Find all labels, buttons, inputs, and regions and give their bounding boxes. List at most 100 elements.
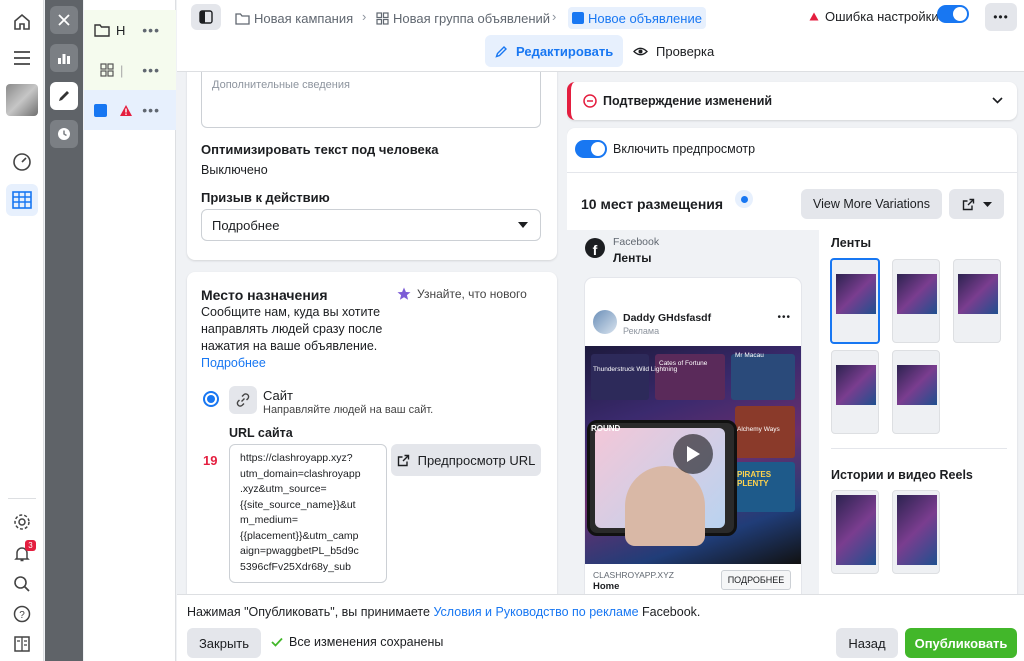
chart-icon[interactable] (50, 44, 78, 72)
view-more-variations-button[interactable]: View More Variations (801, 189, 942, 219)
more-options-icon[interactable]: ••• (142, 62, 160, 78)
close-button[interactable]: Закрыть (187, 628, 261, 658)
ads-manager-table-icon[interactable] (6, 184, 38, 216)
terms-link[interactable]: Условия и Руководство по рекламе (433, 605, 638, 619)
more-options-icon[interactable]: ••• (142, 102, 160, 118)
tool-strip (45, 0, 83, 661)
dashboard-gauge-icon[interactable] (6, 146, 38, 178)
history-clock-icon[interactable] (50, 120, 78, 148)
publish-button[interactable]: Опубликовать (905, 628, 1017, 658)
saved-status-label: Все изменения сохранены (289, 635, 444, 649)
preview-url-button[interactable]: Предпросмотр URL (391, 444, 541, 476)
game-label: Cates of Fortune (659, 360, 708, 367)
placement-thumbnail[interactable] (892, 350, 940, 434)
publish-button-label: Опубликовать (914, 635, 1008, 651)
tab-review[interactable]: Проверка (623, 35, 724, 67)
tab-edit[interactable]: Редактировать (485, 35, 624, 67)
site-option-description: Направляйте людей на ваш сайт. (263, 404, 434, 416)
share-preview-button[interactable] (949, 189, 1004, 219)
cta-label: Призыв к действию (201, 190, 330, 205)
cta-select-value: Подробнее (212, 217, 280, 233)
toggle-panel-button[interactable] (191, 4, 221, 30)
breadcrumb-adset[interactable]: Новая группа объявлений (376, 7, 550, 29)
cta-select[interactable]: Подробнее (201, 209, 541, 241)
placement-thumbnail[interactable] (831, 350, 879, 434)
breadcrumb-ad-label: Новое объявление (588, 10, 702, 26)
confirm-changes-label: Подтверждение изменений (603, 94, 773, 108)
top-bar: Новая кампания › Новая группа объявлений… (177, 0, 1024, 72)
feeds-section-title: Ленты (831, 236, 872, 250)
post-more-icon[interactable]: ••• (777, 312, 791, 323)
breadcrumb-ad[interactable]: Новое объявление (568, 7, 706, 29)
enable-preview-toggle[interactable] (575, 140, 607, 158)
url-line: m_medium= (240, 514, 299, 526)
grid-icon (376, 11, 389, 25)
facebook-logo-icon: f (585, 238, 605, 258)
site-option-label: Сайт (263, 388, 293, 403)
url-line: aign=pwaggbetPL_b5d9c (240, 545, 359, 557)
game-label: Alchemy Ways (737, 426, 780, 433)
optimize-text-label: Оптимизировать текст под человека (201, 142, 439, 157)
external-link-icon (962, 198, 974, 210)
tree-item-adset[interactable]: | ••• (84, 50, 176, 90)
settings-gear-icon[interactable] (6, 506, 38, 538)
close-icon[interactable] (50, 6, 78, 34)
destination-description: Сообщите нам, куда вы хотите (201, 305, 381, 319)
setup-error-status[interactable]: Ошибка настройки (809, 9, 939, 24)
destination-description: нажатия на ваше объявление. (201, 339, 378, 353)
learn-more-link[interactable]: Подробнее (201, 356, 266, 370)
back-button[interactable]: Назад (836, 628, 898, 658)
game-label: PIRATES PLENTY (737, 470, 772, 488)
url-textarea[interactable]: https://clashroyapp.xyz? utm_domain=clas… (229, 444, 387, 583)
ad-video-creative[interactable]: Thunderstruck Wild Lightning Cates of Fo… (585, 346, 801, 564)
tree-item-campaign[interactable]: Н ••• (84, 10, 176, 50)
text-settings-card: Дополнительные сведения Оптимизировать т… (187, 72, 557, 260)
placement-thumbnail[interactable] (831, 490, 879, 574)
ad-cta-label: ПОДРОБНЕЕ (727, 575, 785, 585)
site-radio[interactable] (203, 391, 219, 407)
terms-notice: Нажимая "Опубликовать", вы принимаете Ус… (187, 605, 700, 619)
notification-count-badge: 3 (25, 540, 36, 551)
game-label: ROUND (591, 424, 621, 433)
more-options-icon[interactable]: ••• (142, 22, 160, 38)
placement-thumbnail[interactable] (830, 258, 880, 344)
report-panel-icon[interactable] (6, 628, 38, 660)
play-icon[interactable] (673, 434, 713, 474)
placement-thumbnail[interactable] (953, 259, 1001, 343)
avatar[interactable] (6, 84, 38, 116)
breadcrumb-adset-label: Новая группа объявлений (393, 10, 551, 26)
menu-icon[interactable] (6, 42, 38, 74)
breadcrumb-campaign[interactable]: Новая кампания (235, 7, 353, 29)
more-options-button[interactable]: ••• (985, 3, 1017, 31)
chevron-down-icon (992, 97, 1003, 104)
edit-pencil-icon[interactable] (50, 82, 78, 110)
placement-thumbnail[interactable] (892, 490, 940, 574)
extra-info-placeholder: Дополнительные сведения (212, 79, 350, 91)
terms-prefix: Нажимая "Опубликовать", вы принимаете (187, 605, 434, 619)
url-line: 5396cfFv25Xdr68y_sub (240, 560, 351, 573)
tab-edit-label: Редактировать (516, 43, 614, 59)
ad-active-toggle[interactable] (937, 5, 969, 23)
whats-new-link[interactable]: Узнайте, что нового (397, 287, 527, 301)
destination-description: направлять людей сразу после (201, 322, 383, 336)
tree-item-ad[interactable]: ••• (84, 90, 176, 130)
folder-icon (235, 12, 250, 25)
confirm-changes-bar[interactable]: Подтверждение изменений (567, 82, 1017, 120)
home-icon[interactable] (6, 6, 38, 38)
ad-cta-button[interactable]: ПОДРОБНЕЕ (721, 570, 791, 590)
caret-down-icon (982, 201, 992, 207)
ad-icon (572, 12, 584, 24)
breadcrumb-separator: › (552, 9, 557, 24)
search-icon[interactable] (6, 568, 38, 600)
help-icon[interactable]: ? (6, 598, 38, 630)
sponsored-label: Реклама (623, 326, 660, 336)
placement-label: Ленты (613, 251, 652, 265)
extra-info-textarea[interactable]: Дополнительные сведения (201, 72, 541, 128)
sidebar-toggle-icon (199, 10, 213, 24)
url-error-count: 19 (203, 453, 218, 468)
warning-icon (809, 12, 819, 21)
ad-domain: CLASHROYAPP.XYZ (593, 570, 674, 580)
platform-label: Facebook (613, 236, 660, 248)
placement-thumbnail[interactable] (892, 259, 940, 343)
notifications-bell-icon[interactable]: 3 (6, 538, 38, 570)
